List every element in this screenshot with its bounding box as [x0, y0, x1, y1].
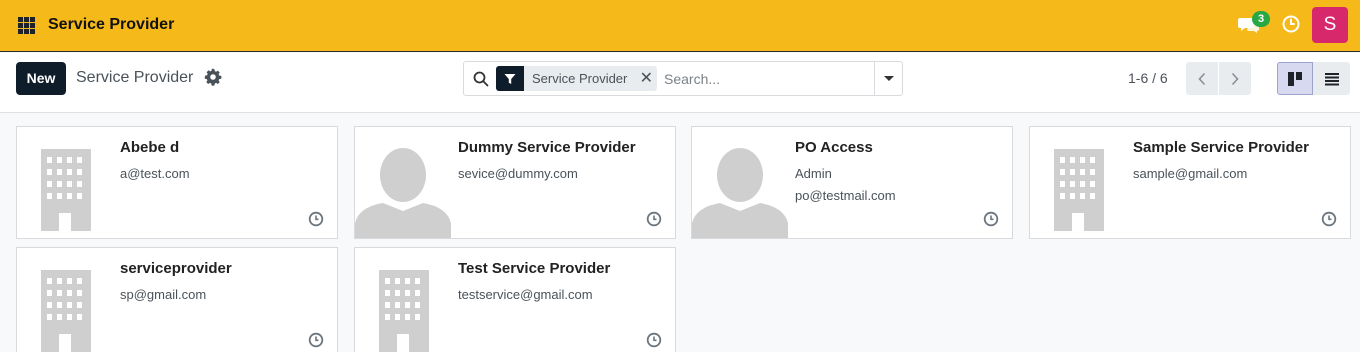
- user-avatar[interactable]: S: [1312, 7, 1348, 43]
- chevron-right-icon: [1231, 72, 1239, 85]
- building-placeholder-icon: [41, 270, 91, 352]
- activity-clock-icon[interactable]: [308, 211, 324, 227]
- kanban-view-button[interactable]: [1277, 62, 1313, 95]
- kanban-card[interactable]: PO Access Admin po@testmail.com: [691, 126, 1013, 239]
- building-placeholder-icon: [379, 270, 429, 352]
- person-placeholder-icon: [692, 148, 788, 238]
- chat-count-badge: 3: [1252, 11, 1270, 27]
- kanban-card[interactable]: serviceprovider sp@gmail.com: [16, 247, 338, 352]
- search-icon[interactable]: [473, 71, 489, 87]
- breadcrumb: Service Provider: [76, 69, 194, 86]
- activity-clock-icon[interactable]: [646, 332, 662, 348]
- kanban-card[interactable]: Sample Service Provider sample@gmail.com: [1029, 126, 1351, 239]
- list-icon: [1324, 72, 1339, 85]
- card-email: po@testmail.com: [795, 188, 896, 203]
- activity-clock-icon[interactable]: [1282, 15, 1300, 33]
- pager-value[interactable]: 1-6 / 6: [1128, 70, 1168, 86]
- pager-previous-button[interactable]: [1186, 62, 1218, 95]
- filter-facet: Service Provider ✕: [496, 66, 658, 91]
- building-placeholder-icon: [41, 149, 91, 231]
- activity-clock-icon[interactable]: [983, 211, 999, 227]
- remove-filter-icon[interactable]: ✕: [635, 66, 657, 91]
- filter-facet-label: Service Provider: [532, 71, 628, 86]
- kanban-card[interactable]: Test Service Provider testservice@gmail.…: [354, 247, 676, 352]
- apps-menu-icon[interactable]: [18, 17, 35, 34]
- card-name: Dummy Service Provider: [458, 139, 636, 156]
- top-navbar: Service Provider 3 S: [0, 0, 1360, 52]
- card-name: serviceprovider: [120, 260, 232, 277]
- card-name: Test Service Provider: [458, 260, 611, 277]
- app-title[interactable]: Service Provider: [48, 16, 174, 34]
- card-email: sample@gmail.com: [1133, 166, 1248, 181]
- search-bar: Service Provider ✕: [463, 61, 903, 96]
- activity-clock-icon[interactable]: [1321, 211, 1337, 227]
- card-email: a@test.com: [120, 166, 190, 181]
- pager-next-button[interactable]: [1219, 62, 1251, 95]
- card-name: Abebe d: [120, 139, 180, 156]
- card-email: testservice@gmail.com: [458, 287, 593, 302]
- control-panel: New Service Provider Service Provider ✕ …: [0, 53, 1360, 113]
- gear-icon[interactable]: [204, 68, 222, 86]
- chevron-left-icon: [1198, 72, 1206, 85]
- kanban-icon: [1288, 71, 1302, 86]
- person-placeholder-icon: [355, 148, 451, 238]
- filter-icon: [496, 66, 524, 91]
- search-options-toggle[interactable]: [874, 62, 903, 95]
- card-name: PO Access: [795, 139, 873, 156]
- kanban-card[interactable]: Dummy Service Provider sevice@dummy.com: [354, 126, 676, 239]
- kanban-card[interactable]: Abebe d a@test.com: [16, 126, 338, 239]
- caret-down-icon: [884, 76, 894, 81]
- search-input[interactable]: [664, 66, 864, 91]
- list-view-button[interactable]: [1313, 62, 1350, 95]
- activity-clock-icon[interactable]: [308, 332, 324, 348]
- card-name: Sample Service Provider: [1133, 139, 1309, 156]
- new-button[interactable]: New: [16, 62, 66, 95]
- building-placeholder-icon: [1054, 149, 1104, 231]
- card-email: sevice@dummy.com: [458, 166, 578, 181]
- card-email: sp@gmail.com: [120, 287, 207, 302]
- activity-clock-icon[interactable]: [646, 211, 662, 227]
- card-role: Admin: [795, 166, 832, 181]
